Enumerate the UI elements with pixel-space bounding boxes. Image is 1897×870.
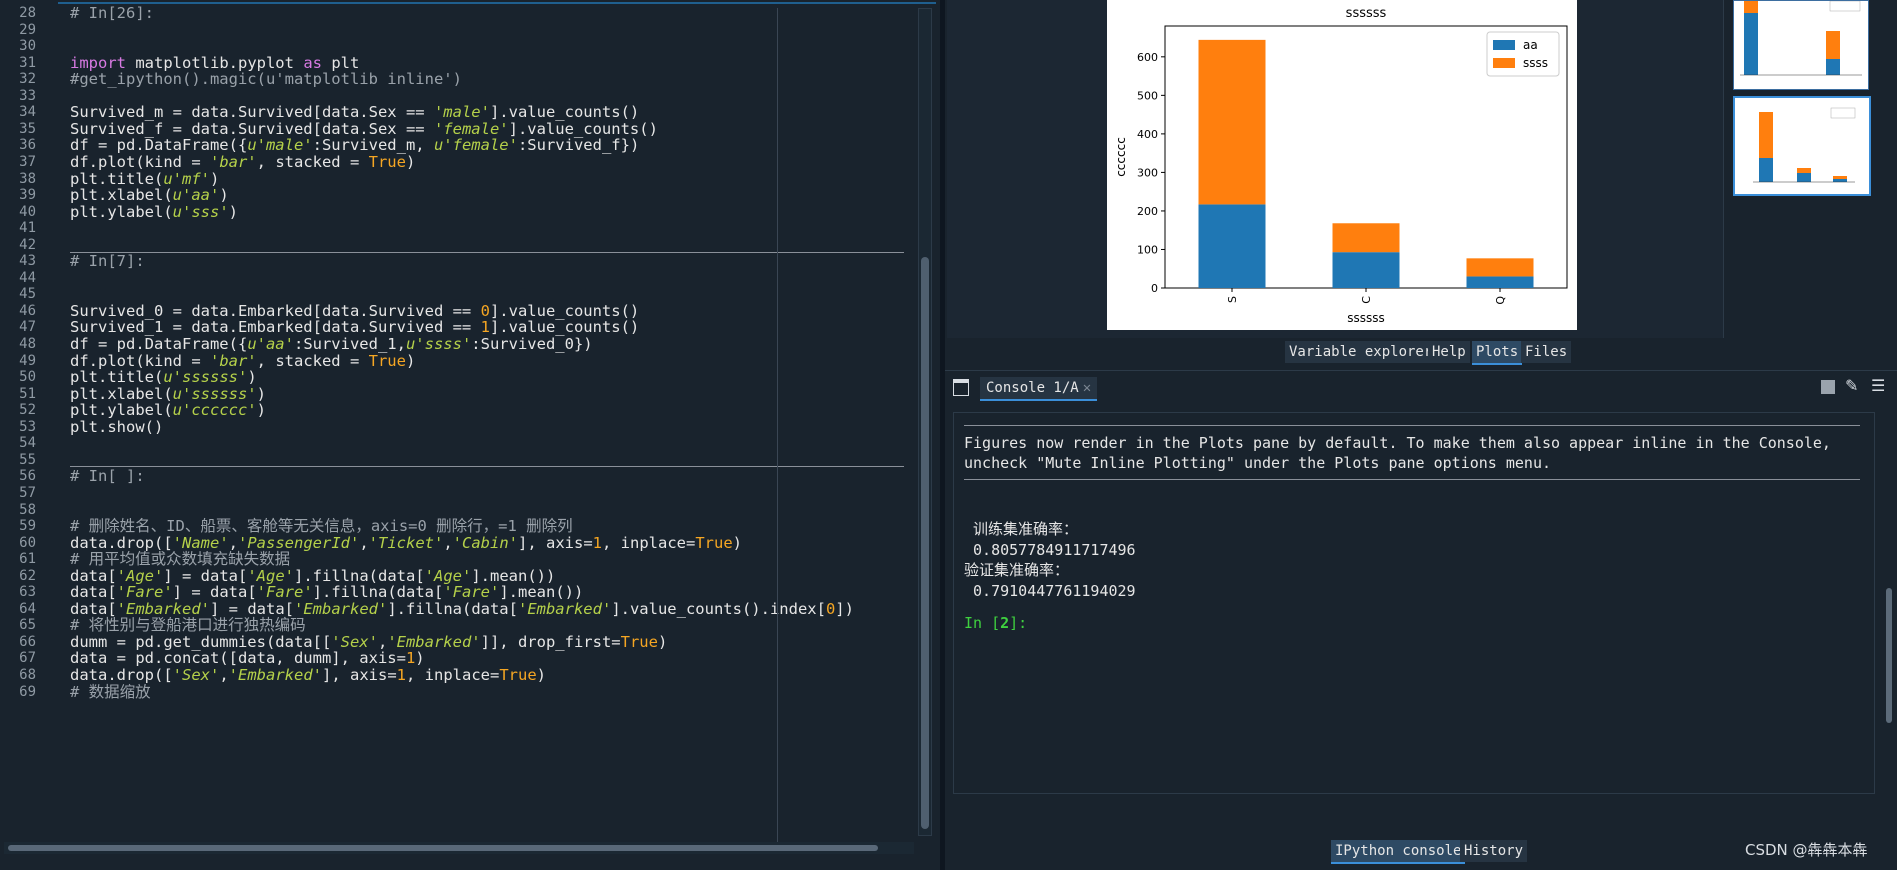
x-tick-label: C bbox=[1360, 296, 1373, 304]
cell-divider bbox=[70, 252, 904, 253]
edge-line bbox=[777, 8, 778, 842]
bar-segment bbox=[1198, 204, 1266, 288]
y-tick-label: 100 bbox=[1137, 243, 1158, 256]
plot-figure: ssssss 0 100 200 300 400 500 600 cccccc S C Qssssss… bbox=[1107, 0, 1577, 330]
y-tick-label: 200 bbox=[1137, 205, 1158, 218]
prompt-suffix: ]: bbox=[1009, 614, 1028, 632]
code-area[interactable]: # In[26]: import matplotlib.pyplot as plt… bbox=[70, 0, 904, 842]
y-tick-label: 500 bbox=[1137, 89, 1158, 102]
tab-ipython-console[interactable]: IPython console bbox=[1331, 840, 1466, 864]
scroll-thumb[interactable] bbox=[1886, 588, 1892, 723]
options-menu-icon[interactable]: ☰ bbox=[1871, 376, 1885, 395]
code-line: #get_ipython().magic(u'matplotlib inline… bbox=[70, 70, 462, 89]
scroll-thumb[interactable] bbox=[921, 257, 929, 829]
x-tick-label: Q bbox=[1494, 296, 1507, 305]
validation-accuracy-value: 0.7910447761194029 bbox=[964, 582, 1136, 600]
validation-accuracy-label: 验证集准确率： bbox=[964, 561, 1070, 579]
console-output[interactable]: Figures now render in the Plots pane by … bbox=[953, 412, 1875, 794]
code-line: # In[7]: bbox=[70, 252, 145, 271]
tab-help[interactable]: Help bbox=[1428, 341, 1470, 363]
legend-label: ssss bbox=[1523, 56, 1548, 70]
stop-icon[interactable] bbox=[1821, 380, 1835, 394]
prompt-prefix: In [ bbox=[964, 614, 1001, 632]
separator bbox=[964, 425, 1860, 426]
legend-label: aa bbox=[1523, 38, 1538, 52]
tab-history[interactable]: History bbox=[1460, 840, 1528, 862]
browse-tabs-icon[interactable] bbox=[953, 379, 969, 396]
console-scrollbar[interactable] bbox=[1884, 412, 1894, 792]
console-toolbar: Console 1/A ✕ ✎ ☰ bbox=[945, 370, 1897, 401]
y-axis-label: cccccc bbox=[1114, 137, 1128, 177]
plots-pane-tabs: Variable explorer Help Plots Files bbox=[945, 341, 1897, 367]
console-pane: Console 1/A ✕ ✎ ☰ Figures now render in t… bbox=[945, 370, 1897, 870]
chart-title: ssssss bbox=[1346, 6, 1387, 21]
x-tick-label: S bbox=[1226, 296, 1239, 303]
code-line: # 数据缩放 bbox=[70, 682, 151, 701]
bar-segment bbox=[1198, 39, 1266, 205]
train-accuracy-value: 0.8057784911717496 bbox=[964, 541, 1136, 559]
console-tab[interactable]: Console 1/A ✕ bbox=[980, 377, 1098, 401]
plot-viewer[interactable]: ssssss 0 100 200 300 400 500 600 cccccc S C Qssssss… bbox=[947, 0, 1724, 338]
cell-divider bbox=[70, 466, 904, 467]
eraser-icon[interactable]: ✎ bbox=[1845, 376, 1858, 395]
stacked-bar-chart: ssssss0100200300400500600ccccccS C Qssssss… bbox=[1114, 6, 1568, 325]
y-tick-label: 300 bbox=[1137, 166, 1158, 179]
legend-swatch bbox=[1493, 58, 1515, 68]
y-tick-label: 400 bbox=[1137, 128, 1158, 141]
input-prompt[interactable]: In [2]: bbox=[964, 613, 1027, 633]
editor-vertical-scrollbar[interactable] bbox=[918, 8, 932, 836]
tab-files[interactable]: Files bbox=[1521, 341, 1572, 363]
legend-swatch bbox=[1493, 40, 1515, 50]
tab-plots[interactable]: Plots bbox=[1472, 341, 1523, 365]
console-tab-label: Console 1/A bbox=[986, 380, 1079, 396]
train-accuracy-label: 训练集准确率： bbox=[964, 520, 1079, 538]
prompt-number: 2 bbox=[1000, 614, 1010, 632]
bar-segment bbox=[1332, 223, 1400, 253]
console-message: Figures now render in the Plots pane by … bbox=[964, 434, 1831, 452]
code-line: # In[ ]: bbox=[70, 467, 145, 486]
line-number: 69 bbox=[19, 683, 36, 700]
tab-variable-explorer[interactable]: Variable explorer bbox=[1285, 341, 1437, 363]
bar-segment bbox=[1466, 258, 1534, 277]
code-line: plt.show() bbox=[70, 417, 164, 436]
y-tick-label: 600 bbox=[1137, 51, 1158, 64]
watermark: CSDN @犇犇本犇 bbox=[1745, 841, 1868, 859]
code-editor-pane[interactable]: 28 29 30 31 32 33 34 35 36 37 38 39 40 41 42 43 44 45 46 47… bbox=[0, 0, 940, 870]
y-tick-label: 0 bbox=[1151, 282, 1158, 295]
code-line: # In[26]: bbox=[70, 4, 154, 22]
plot-thumbnail-selected[interactable] bbox=[1733, 96, 1871, 196]
console-message: uncheck "Mute Inline Plotting" under the… bbox=[964, 454, 1551, 472]
code-line: plt.ylabel(u'sss') bbox=[70, 202, 238, 221]
thumbnail-chart bbox=[1740, 0, 1862, 76]
x-axis-label: ssssss bbox=[1347, 311, 1385, 325]
plot-thumbnails bbox=[1727, 0, 1897, 338]
bar-segment bbox=[1332, 252, 1400, 288]
bar-segment bbox=[1466, 276, 1534, 288]
plot-thumbnail[interactable] bbox=[1733, 0, 1869, 90]
line-number-gutter: 28 29 30 31 32 33 34 35 36 37 38 39 40 41 42 43 44 45 46 47… bbox=[0, 0, 58, 842]
plots-pane: ssssss 0 100 200 300 400 500 600 cccccc S C Qssssss… bbox=[945, 0, 1897, 370]
scroll-thumb[interactable] bbox=[8, 845, 878, 851]
close-icon[interactable]: ✕ bbox=[1083, 380, 1091, 396]
thumbnail-chart bbox=[1753, 107, 1856, 183]
editor-horizontal-scrollbar[interactable] bbox=[4, 842, 914, 854]
separator bbox=[964, 479, 1860, 480]
